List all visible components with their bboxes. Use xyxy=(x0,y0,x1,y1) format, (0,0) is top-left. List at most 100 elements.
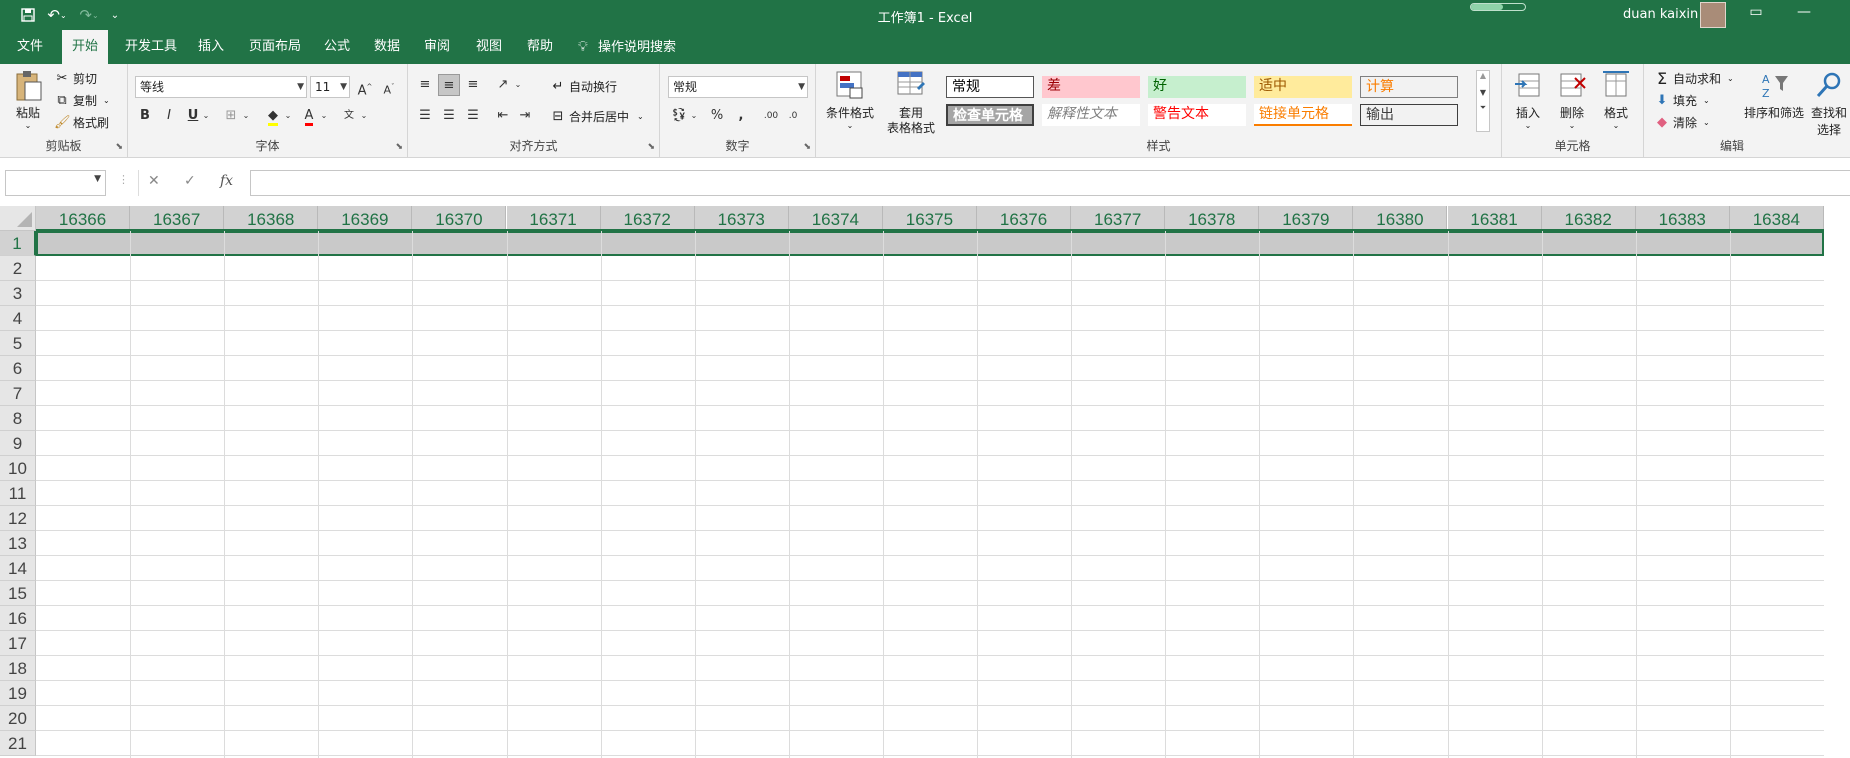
cut-button[interactable]: ✂ 剪切 xyxy=(54,70,97,87)
fill-dropdown-icon[interactable]: ⌄ xyxy=(1703,96,1710,105)
table-row[interactable] xyxy=(36,706,1824,731)
tab-review[interactable]: 审阅 xyxy=(418,30,456,64)
column-header[interactable]: 16378 xyxy=(1165,206,1260,231)
font-name-combo[interactable]: 等线 ▼ xyxy=(135,76,307,98)
alignment-launcher-icon[interactable]: ⬊ xyxy=(647,142,655,152)
row-header[interactable]: 13 xyxy=(0,531,36,556)
bold-button[interactable]: B xyxy=(134,105,156,127)
table-row[interactable] xyxy=(36,481,1824,506)
table-row[interactable] xyxy=(36,381,1824,406)
column-header[interactable]: 16367 xyxy=(130,206,225,231)
increase-decimal-icon[interactable]: .00 xyxy=(760,105,782,127)
tab-home[interactable]: 开始 xyxy=(62,30,108,64)
column-header[interactable]: 16371 xyxy=(506,206,601,231)
row-header[interactable]: 16 xyxy=(0,606,36,631)
tab-insert[interactable]: 插入 xyxy=(192,30,230,64)
gallery-more-icon[interactable]: ⏷ xyxy=(1477,103,1489,113)
name-box-dropdown-icon[interactable]: ▼ xyxy=(94,174,101,184)
borders-icon[interactable]: ⊞ xyxy=(220,105,242,127)
italic-button[interactable]: I xyxy=(158,105,180,127)
row-header[interactable]: 2 xyxy=(0,256,36,281)
table-row[interactable] xyxy=(36,456,1824,481)
row-header[interactable]: 15 xyxy=(0,581,36,606)
styles-gallery-scroll[interactable]: ▲ ▼ ⏷ xyxy=(1476,70,1490,132)
clear-button[interactable]: ◆ 清除 ⌄ xyxy=(1654,114,1710,131)
accounting-format-icon[interactable]: 💱︎ xyxy=(668,105,690,127)
row-header[interactable]: 3 xyxy=(0,281,36,306)
font-color-icon[interactable]: A xyxy=(298,105,320,127)
row-header[interactable]: 4 xyxy=(0,306,36,331)
align-middle-icon[interactable]: ≡ xyxy=(438,74,460,96)
scroll-down-icon[interactable]: ▼ xyxy=(1477,88,1489,97)
column-header[interactable]: 16379 xyxy=(1259,206,1354,231)
comma-style-icon[interactable]: , xyxy=(730,105,752,127)
column-header[interactable]: 16373 xyxy=(694,206,789,231)
scroll-up-icon[interactable]: ▲ xyxy=(1477,71,1489,80)
select-all-button[interactable] xyxy=(0,206,36,231)
merge-center-button[interactable]: ⊟ 合并后居中 ⌄ xyxy=(550,108,644,125)
increase-indent-icon[interactable]: ⇥ xyxy=(514,105,536,127)
column-header[interactable]: 16383 xyxy=(1635,206,1730,231)
row-header[interactable]: 8 xyxy=(0,406,36,431)
fill-color-icon[interactable]: ◆ xyxy=(262,105,284,127)
row-header[interactable]: 7 xyxy=(0,381,36,406)
clipboard-launcher-icon[interactable]: ⬊ xyxy=(115,142,123,152)
sort-filter-button[interactable]: AZ 排序和筛选 xyxy=(1744,70,1804,121)
row-header[interactable]: 12 xyxy=(0,506,36,531)
orientation-dropdown-icon[interactable]: ⌄ xyxy=(512,74,524,96)
column-header[interactable]: 16384 xyxy=(1729,206,1824,231)
style-warning[interactable]: 警告文本 xyxy=(1148,104,1246,126)
clear-dropdown-icon[interactable]: ⌄ xyxy=(1703,118,1710,127)
style-check-cell[interactable]: 检查单元格 xyxy=(946,104,1034,126)
decrease-indent-icon[interactable]: ⇤ xyxy=(492,105,514,127)
column-header[interactable]: 16375 xyxy=(882,206,977,231)
formula-input[interactable] xyxy=(250,170,1850,196)
table-row[interactable] xyxy=(36,281,1824,306)
number-format-combo[interactable]: 常规 ▼ xyxy=(668,76,808,98)
column-header[interactable]: 16382 xyxy=(1541,206,1636,231)
column-header[interactable]: 16374 xyxy=(788,206,883,231)
tab-formulas[interactable]: 公式 xyxy=(318,30,356,64)
tab-help[interactable]: 帮助 xyxy=(521,30,559,64)
orientation-icon[interactable]: ↗ xyxy=(492,74,514,96)
row-header[interactable]: 17 xyxy=(0,631,36,656)
column-header[interactable]: 16381 xyxy=(1447,206,1542,231)
delete-cells-button[interactable]: 删除 ⌄ xyxy=(1552,70,1592,130)
paste-dropdown-icon[interactable]: ⌄ xyxy=(10,121,46,130)
worksheet-grid[interactable]: 16366 16367 16368 16369 16370 16371 16372 16373… xyxy=(0,206,1850,758)
align-left-icon[interactable]: ☰ xyxy=(414,105,436,127)
format-painter-button[interactable]: 🖌︎ 格式刷 xyxy=(54,114,109,131)
row-header[interactable]: 6 xyxy=(0,356,36,381)
tab-developer[interactable]: 开发工具 xyxy=(118,30,184,64)
row-header[interactable]: 18 xyxy=(0,656,36,681)
copy-button[interactable]: ⧉ 复制 ⌄ xyxy=(54,92,109,109)
style-normal[interactable]: 常规 xyxy=(946,76,1034,98)
table-row[interactable] xyxy=(36,731,1824,756)
minimize-icon[interactable]: — xyxy=(1792,4,1816,26)
row-header[interactable]: 1 xyxy=(0,231,36,256)
table-row[interactable] xyxy=(36,306,1824,331)
table-row[interactable] xyxy=(36,256,1824,281)
formula-bar-splitter-icon[interactable]: ⋮ xyxy=(118,173,129,186)
row-header[interactable]: 19 xyxy=(0,681,36,706)
style-calculation[interactable]: 计算 xyxy=(1360,76,1458,98)
percent-style-icon[interactable]: % xyxy=(706,105,728,127)
name-box[interactable]: ▼ xyxy=(5,170,106,196)
style-bad[interactable]: 差 xyxy=(1042,76,1140,98)
table-row[interactable] xyxy=(36,631,1824,656)
row-header[interactable]: 11 xyxy=(0,481,36,506)
align-center-icon[interactable]: ☰ xyxy=(438,105,460,127)
accounting-dropdown-icon[interactable]: ⌄ xyxy=(688,105,700,127)
align-right-icon[interactable]: ☰ xyxy=(462,105,484,127)
tell-me-search[interactable]: 💡︎ 操作说明搜索 xyxy=(578,30,696,64)
align-top-icon[interactable]: ≡ xyxy=(414,74,436,96)
tab-page-layout[interactable]: 页面布局 xyxy=(242,30,308,64)
row-header[interactable]: 10 xyxy=(0,456,36,481)
table-row[interactable] xyxy=(36,656,1824,681)
paste-button[interactable]: 粘贴 ⌄ xyxy=(10,70,46,130)
underline-dropdown-icon[interactable]: ⌄ xyxy=(200,105,212,127)
column-header[interactable]: 16368 xyxy=(224,206,319,231)
tab-view[interactable]: 视图 xyxy=(470,30,508,64)
column-header[interactable]: 16370 xyxy=(412,206,507,231)
table-row[interactable] xyxy=(36,431,1824,456)
